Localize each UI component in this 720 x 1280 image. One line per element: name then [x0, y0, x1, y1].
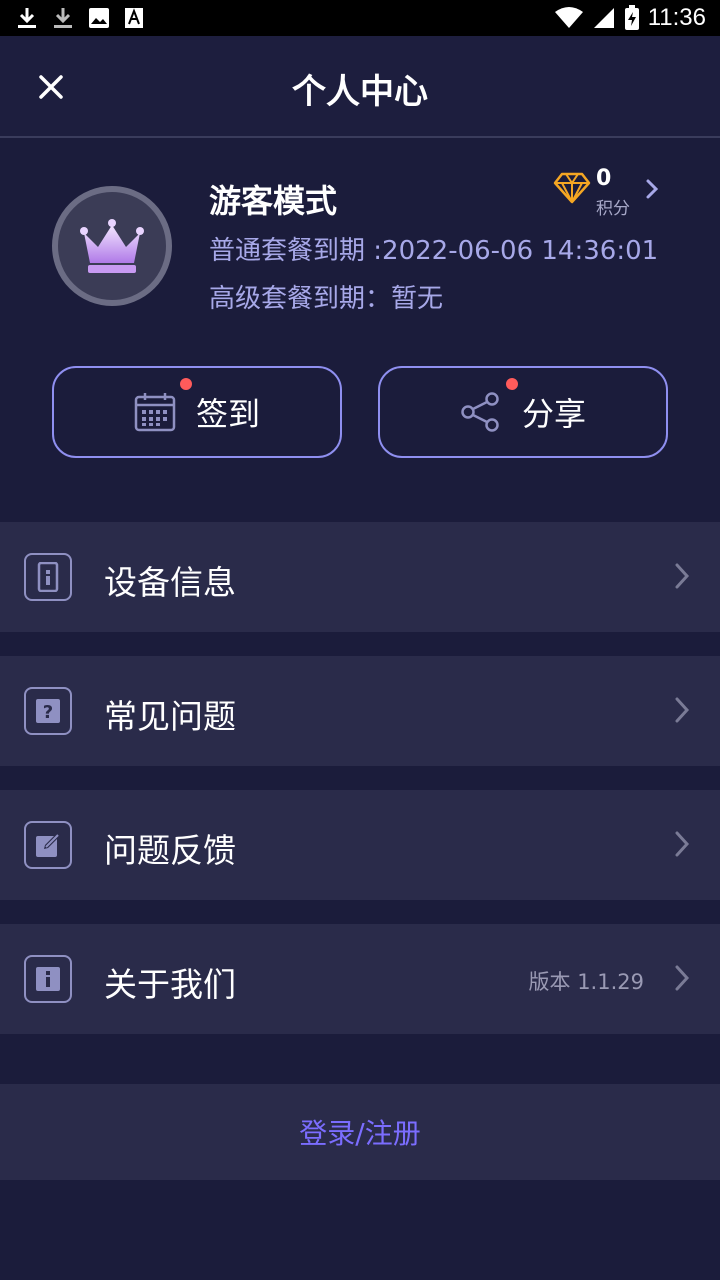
question-icon: ? [24, 687, 72, 735]
top-bar: 个人中心 [0, 36, 720, 138]
edit-icon [24, 821, 72, 869]
points-entry[interactable]: 0 积分 [553, 164, 673, 224]
version-text: 版本 1.1.29 [528, 970, 644, 994]
status-time: 11:36 [647, 4, 706, 31]
diamond-icon [553, 172, 591, 204]
page-title: 个人中心 [292, 72, 428, 112]
signal-icon [593, 8, 614, 28]
calendar-icon [134, 393, 176, 432]
normal-plan-expiry: 普通套餐到期 :2022-06-06 14:36:01 [209, 236, 659, 266]
status-bar: 11:36 [0, 0, 720, 36]
menu-label: 问题反馈 [104, 831, 236, 870]
status-left-icons [16, 6, 144, 30]
chevron-right-icon [646, 179, 659, 199]
image-icon [89, 8, 109, 28]
checkin-button[interactable]: 签到 [52, 366, 342, 458]
crown-icon [80, 219, 144, 273]
menu-label: 设备信息 [104, 563, 236, 602]
points-value: 0 [596, 166, 612, 191]
menu-label: 常见问题 [104, 697, 236, 736]
battery-charging-icon [624, 5, 639, 30]
wifi-icon [554, 7, 583, 28]
menu-label: 关于我们 [104, 965, 236, 1004]
text-icon [125, 8, 143, 28]
device-info-icon [24, 553, 72, 601]
share-label: 分享 [521, 395, 586, 433]
menu-item-about[interactable]: 关于我们 版本 1.1.29 [0, 924, 720, 1034]
menu-item-faq[interactable]: ? 常见问题 [0, 656, 720, 766]
menu-item-device-info[interactable]: 设备信息 [0, 522, 720, 632]
login-register-button[interactable]: 登录/注册 [0, 1084, 720, 1180]
info-icon [24, 955, 72, 1003]
chevron-right-icon [675, 831, 690, 857]
premium-plan-expiry: 高级套餐到期：暂无 [209, 284, 444, 314]
download-icon [18, 8, 36, 28]
chevron-right-icon [675, 563, 690, 589]
share-icon [461, 392, 499, 432]
login-register-label: 登录/注册 [299, 1117, 421, 1150]
menu-item-feedback[interactable]: 问题反馈 [0, 790, 720, 900]
chevron-right-icon [675, 965, 690, 991]
notification-dot [506, 378, 518, 390]
avatar[interactable] [52, 186, 172, 306]
points-label: 积分 [596, 199, 630, 219]
checkin-label: 签到 [195, 395, 260, 433]
status-right-icons: 11:36 [554, 0, 706, 36]
chevron-right-icon [675, 697, 690, 723]
download-icon [54, 8, 72, 28]
username: 游客模式 [209, 182, 338, 220]
notification-dot [180, 378, 192, 390]
profile-section: 游客模式 普通套餐到期 :2022-06-06 14:36:01 高级套餐到期：… [0, 138, 720, 508]
svg-text:?: ? [43, 702, 53, 723]
share-button[interactable]: 分享 [378, 366, 668, 458]
